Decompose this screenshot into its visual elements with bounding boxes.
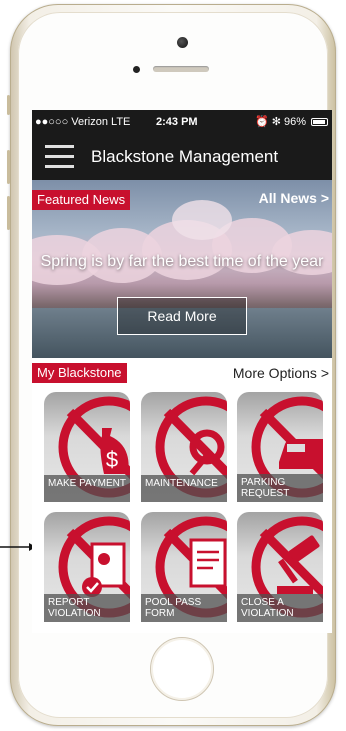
nav-bar: Blackstone Management [32,134,332,180]
tile-label: CLOSE A VIOLATION [237,594,323,622]
more-options-link[interactable]: More Options > [233,365,329,381]
clock: 2:43 PM [156,116,198,128]
tile-maintenance[interactable]: MAINTENANCE [141,392,227,502]
read-more-button[interactable]: Read More [117,297,247,335]
tile-label: REPORT VIOLATION [44,594,130,622]
earpiece-speaker [153,66,209,72]
page-title: Blackstone Management [91,147,279,166]
featured-news-tag: Featured News [32,190,131,210]
arrow-pointer-icon [0,543,36,551]
news-headline: Spring is by far the best time of the ye… [40,253,324,270]
featured-news-banner[interactable]: Featured News All News > Spring is by fa… [32,180,332,358]
svg-text:$: $ [106,447,118,472]
status-indicators: ⏰ ✻ 96% [254,116,306,128]
tile-report-violation[interactable]: REPORT VIOLATION [44,512,130,622]
all-news-link[interactable]: All News > [259,190,329,206]
mute-switch [7,95,10,115]
front-camera [177,37,188,48]
tile-label: PARKING REQUEST [237,474,323,502]
volume-down-button [7,196,10,230]
my-blackstone-tag: My Blackstone [32,363,127,383]
carrier-label: ●●○○○ Verizon LTE [35,116,131,128]
app-screen: ●●○○○ Verizon LTE 2:43 PM ⏰ ✻ 96% Blacks… [32,110,332,633]
hamburger-icon[interactable] [45,145,74,168]
tile-label: POOL PASS FORM [141,594,227,622]
tile-label: MAKE PAYMENT [44,475,130,502]
home-button[interactable] [150,637,214,701]
proximity-sensor [133,66,140,73]
status-bar: ●●○○○ Verizon LTE 2:43 PM ⏰ ✻ 96% [32,110,332,134]
tile-pool-pass-form[interactable]: POOL PASS FORM [141,512,227,622]
volume-up-button [7,150,10,184]
tile-make-payment[interactable]: $ MAKE PAYMENT [44,392,130,502]
battery-icon [311,118,328,126]
my-blackstone-header: My Blackstone More Options > [32,363,332,385]
tile-parking-request[interactable]: PARKING REQUEST [237,392,323,502]
tile-close-violation[interactable]: CLOSE A VIOLATION [237,512,323,622]
tile-label: MAINTENANCE [141,475,227,502]
scrollbar[interactable] [329,390,332,633]
